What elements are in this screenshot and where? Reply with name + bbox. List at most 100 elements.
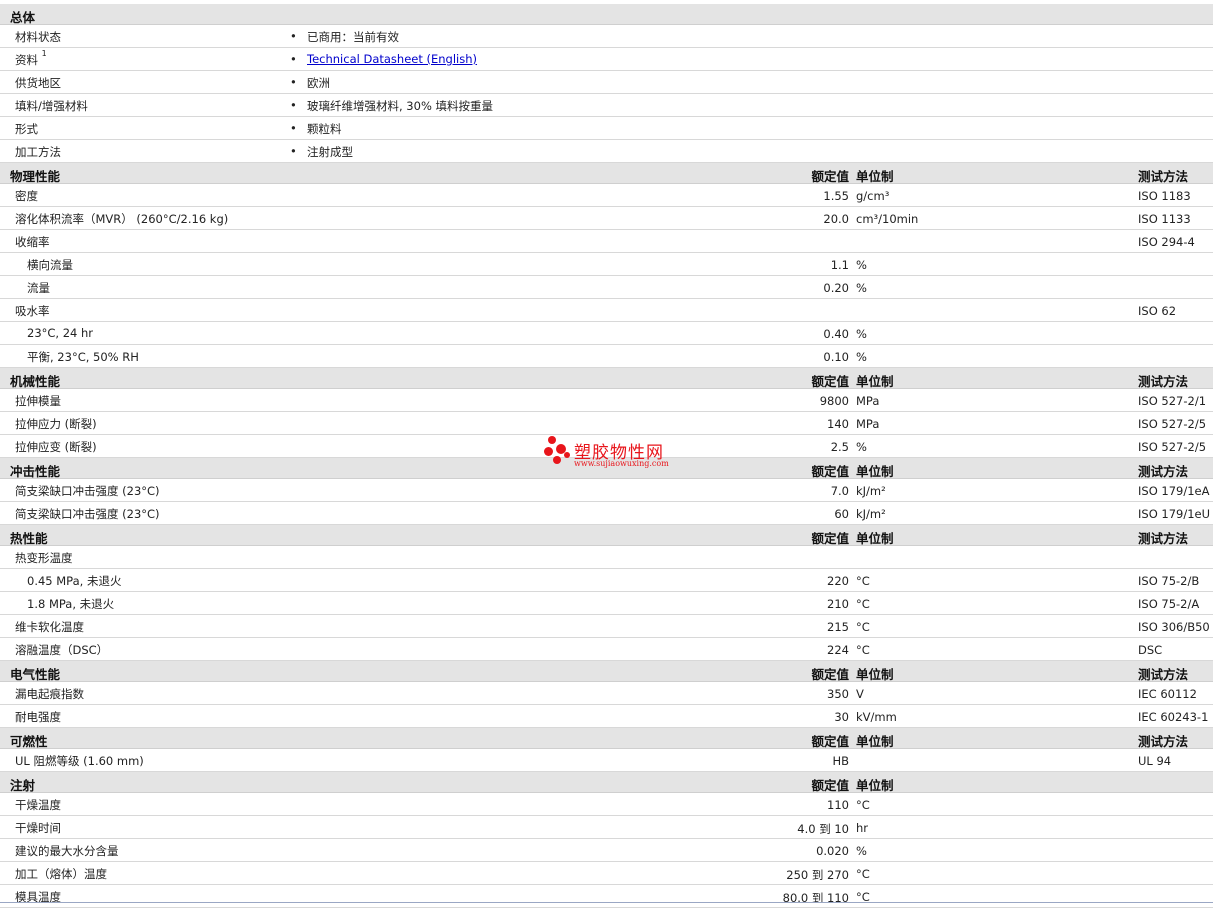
header-nominal-value: 额定值 xyxy=(811,531,849,546)
property-row: 加工（熔体）温度 250 到 270 °C xyxy=(0,862,1213,885)
row-value-text: 已商用：当前有效 xyxy=(307,30,399,44)
property-row: 耐电强度 30 kV/mm IEC 60243-1 xyxy=(0,705,1213,728)
general-row: 加工方法 • 注射成型 xyxy=(0,140,1213,163)
section-title: 冲击性能 xyxy=(10,464,61,479)
property-row: 维卡软化温度 215 °C ISO 306/B50 xyxy=(0,615,1213,638)
property-value: 0.40 xyxy=(823,327,849,341)
test-method: ISO 75-2/A xyxy=(1138,597,1200,611)
section-header: 热性能 额定值 单位制 测试方法 xyxy=(0,525,1213,546)
property-value: 60 xyxy=(834,507,849,521)
property-label: 加工（熔体）温度 xyxy=(15,867,107,881)
test-method: ISO 1183 xyxy=(1138,189,1191,203)
property-row: 吸水率 ISO 62 xyxy=(0,299,1213,322)
section-title: 热性能 xyxy=(10,531,48,546)
property-label: 0.45 MPa, 未退火 xyxy=(27,574,122,588)
property-label: 流量 xyxy=(27,281,50,295)
property-row: 流量 0.20% xyxy=(0,276,1213,299)
test-method: ISO 1133 xyxy=(1138,212,1191,226)
header-nominal-value: 额定值 xyxy=(811,169,849,184)
row-label: 填料/增强材料 xyxy=(15,98,88,114)
property-row: 0.45 MPa, 未退火 220 °C ISO 75-2/B xyxy=(0,569,1213,592)
property-row: 1.8 MPa, 未退火 210 °C ISO 75-2/A xyxy=(0,592,1213,615)
section-header: 物理性能 额定值 单位制 测试方法 xyxy=(0,163,1213,184)
header-test-method: 测试方法 xyxy=(1138,734,1189,749)
property-unit: °C xyxy=(856,620,870,634)
property-value: 350 xyxy=(827,687,849,701)
test-method: ISO 527-2/5 xyxy=(1138,440,1207,454)
row-value: 玻璃纤维增强材料, 30% 填料按重量 xyxy=(307,98,493,114)
property-label: 溶融温度（DSC） xyxy=(15,643,109,657)
section-header: 注射 额定值 单位制 xyxy=(0,772,1213,793)
property-label: 1.8 MPa, 未退火 xyxy=(27,597,115,611)
header-test-method: 测试方法 xyxy=(1138,464,1189,479)
property-unit: % xyxy=(856,844,867,858)
header-unit: 单位制 xyxy=(856,667,894,682)
test-method: DSC xyxy=(1138,643,1163,657)
bullet-icon: • xyxy=(290,98,297,112)
property-unit: MPa xyxy=(856,394,880,408)
property-unit: °C xyxy=(856,574,870,588)
property-unit: kV/mm xyxy=(856,710,897,724)
property-row: 漏电起痕指数 350 V IEC 60112 xyxy=(0,682,1213,705)
property-value: 4.0 到 10 xyxy=(797,822,849,836)
section-header-general: 总体 xyxy=(0,4,1213,25)
property-row: 拉伸应力 (断裂) 140 MPa ISO 527-2/5 xyxy=(0,412,1213,435)
property-label: 密度 xyxy=(15,189,38,203)
section-header: 可燃性 额定值 单位制 测试方法 xyxy=(0,728,1213,749)
property-row: 收缩率 ISO 294-4 xyxy=(0,230,1213,253)
header-nominal-value: 额定值 xyxy=(811,734,849,749)
datasheet-link[interactable]: Technical Datasheet (English) xyxy=(307,52,477,66)
bullet-icon: • xyxy=(290,52,297,66)
test-method: ISO 306/B50 xyxy=(1138,620,1210,634)
property-value: 80.0 到 110 xyxy=(782,891,849,905)
property-unit: °C xyxy=(856,597,870,611)
property-row: 横向流量 1.1% xyxy=(0,253,1213,276)
row-label-text: 供货地区 xyxy=(15,76,61,90)
property-unit: hr xyxy=(856,821,869,835)
property-row: 简支梁缺口冲击强度 (23°C) 7.0 kJ/m² ISO 179/1eA xyxy=(0,479,1213,502)
header-unit: 单位制 xyxy=(856,734,894,749)
property-unit: V xyxy=(856,687,864,701)
row-label-text: 加工方法 xyxy=(15,145,61,159)
bottom-divider xyxy=(0,902,1213,903)
property-value: 110 xyxy=(827,798,849,812)
property-row: 干燥时间 4.0 到 10 hr xyxy=(0,816,1213,839)
property-row: 平衡, 23°C, 50% RH 0.10% xyxy=(0,345,1213,368)
property-value: 0.10 xyxy=(823,350,849,364)
property-value: HB xyxy=(832,754,849,768)
section-header: 机械性能 额定值 单位制 测试方法 xyxy=(0,368,1213,389)
property-value: 0.20 xyxy=(823,281,849,295)
property-unit: cm³/10min xyxy=(856,212,919,226)
header-nominal-value: 额定值 xyxy=(811,778,849,793)
header-unit: 单位制 xyxy=(856,464,894,479)
section-title: 总体 xyxy=(10,10,36,25)
row-value: 颗粒料 xyxy=(307,121,342,137)
property-label: 耐电强度 xyxy=(15,710,61,724)
bullet-icon: • xyxy=(290,29,297,43)
property-label: 23°C, 24 hr xyxy=(27,326,94,340)
property-row: UL 阻燃等级 (1.60 mm) HB UL 94 xyxy=(0,749,1213,772)
property-unit: °C xyxy=(856,643,870,657)
test-method: ISO 75-2/B xyxy=(1138,574,1200,588)
property-unit: % xyxy=(856,327,867,341)
property-value: 224 xyxy=(827,643,849,657)
property-row: 溶融温度（DSC） 224 °C DSC xyxy=(0,638,1213,661)
row-value: Technical Datasheet (English) xyxy=(307,52,477,66)
property-row: 干燥温度 110 °C xyxy=(0,793,1213,816)
property-label: 拉伸模量 xyxy=(15,394,61,408)
watermark-url: www.sujiaowuxing.com xyxy=(574,459,669,468)
test-method: ISO 527-2/1 xyxy=(1138,394,1207,408)
property-value: 9800 xyxy=(819,394,849,408)
section-header: 电气性能 额定值 单位制 测试方法 xyxy=(0,661,1213,682)
property-label: 建议的最大水分含量 xyxy=(15,844,119,858)
header-test-method: 测试方法 xyxy=(1138,169,1189,184)
row-label-text: 填料/增强材料 xyxy=(15,99,88,113)
row-label: 资料 1 xyxy=(15,49,47,68)
header-unit: 单位制 xyxy=(856,374,894,389)
property-label: 吸水率 xyxy=(15,304,50,318)
test-method: IEC 60243-1 xyxy=(1138,710,1209,724)
property-value: 1.55 xyxy=(823,189,849,203)
row-label: 加工方法 xyxy=(15,144,61,160)
property-value: 210 xyxy=(827,597,849,611)
footnote-marker: 1 xyxy=(41,49,47,58)
